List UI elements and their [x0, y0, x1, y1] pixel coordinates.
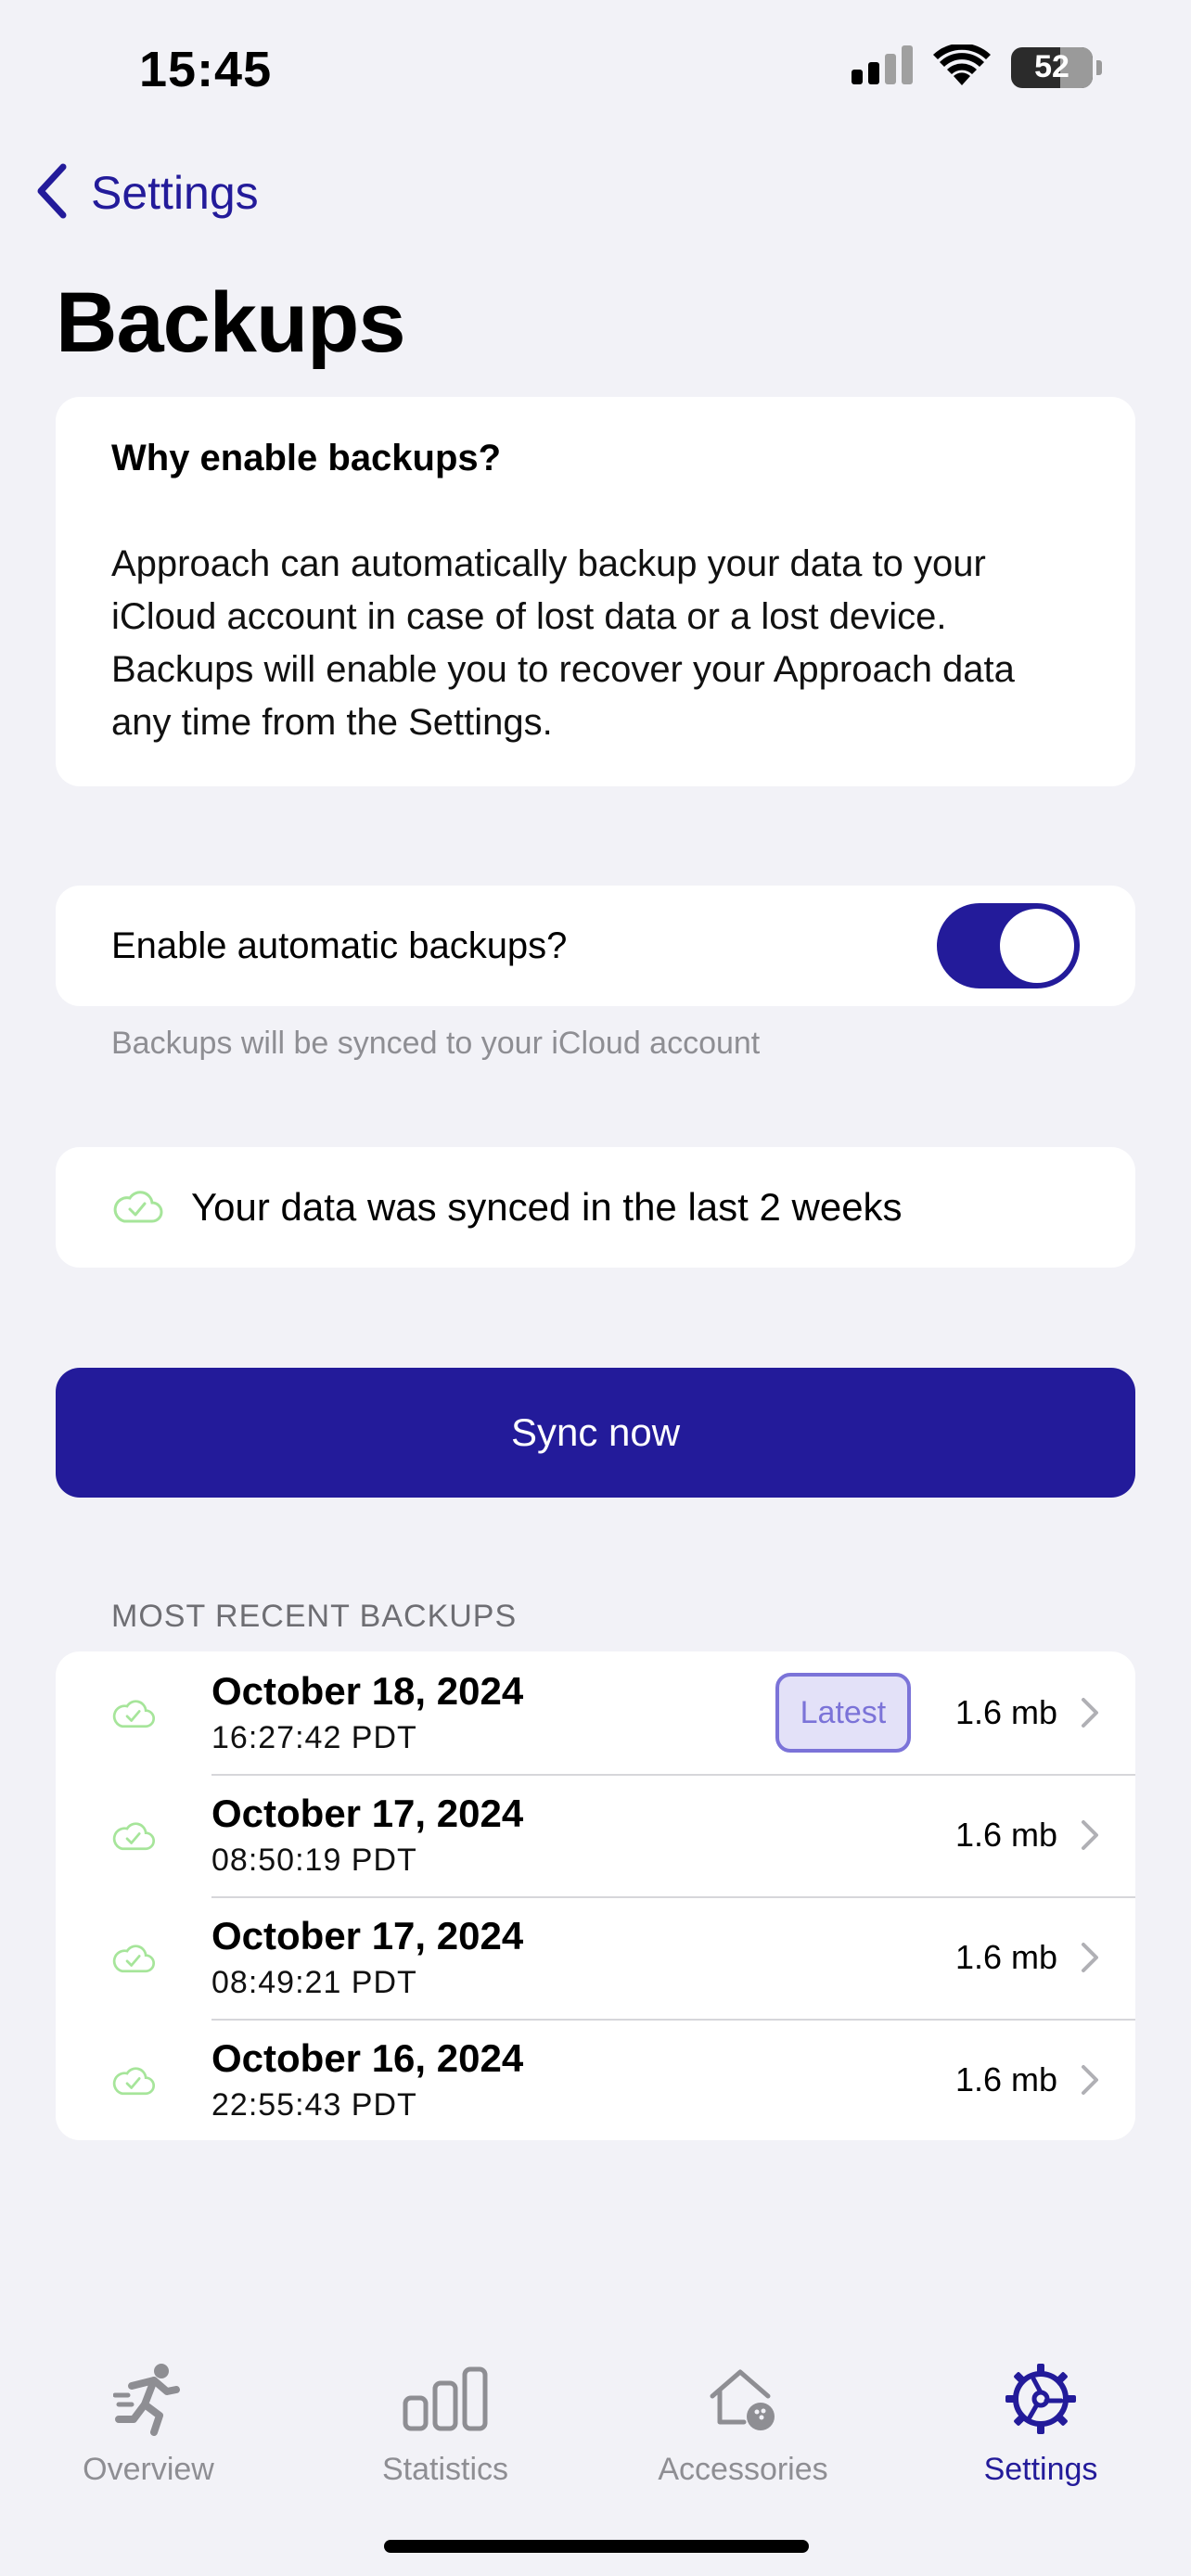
back-button-label: Settings: [91, 167, 259, 219]
battery-tip: [1096, 59, 1102, 75]
cloud-check-icon: [56, 1937, 156, 1978]
cloud-check-icon: [111, 1187, 163, 1229]
backup-row[interactable]: October 17, 2024 08:49:21 PDT 1.6 mb: [56, 1896, 1135, 2019]
backup-text: October 16, 2024 22:55:43 PDT: [211, 2036, 955, 2123]
runner-icon: [113, 2359, 184, 2439]
tab-accessories[interactable]: Accessories: [632, 2359, 854, 2488]
chevron-right-icon: [1080, 1942, 1135, 1973]
backup-time: 08:50:19 PDT: [211, 1842, 417, 1878]
cloud-check-icon: [56, 2060, 156, 2100]
info-card-body: Approach can automatically backup your d…: [111, 543, 1015, 743]
backup-date: October 17, 2024: [211, 1792, 524, 1836]
tab-label: Statistics: [381, 2452, 509, 2487]
backup-date: October 16, 2024: [211, 2036, 524, 2081]
backup-text: October 17, 2024 08:50:19 PDT: [211, 1792, 955, 1878]
bar-chart-icon: [403, 2359, 488, 2439]
tab-label: Settings: [983, 2452, 1098, 2487]
status-time: 15:45: [139, 42, 273, 97]
auto-backup-row: Enable automatic backups?: [56, 886, 1135, 1006]
tab-label: Overview: [83, 2452, 214, 2487]
gear-icon: [1004, 2359, 1078, 2439]
house-ball-icon: [707, 2359, 779, 2439]
tab-overview[interactable]: Overview: [37, 2359, 260, 2488]
battery-icon: 52: [1011, 46, 1093, 88]
home-indicator: [384, 2540, 809, 2553]
backup-time: 08:49:21 PDT: [211, 1964, 417, 2000]
backups-list: October 18, 2024 16:27:42 PDT Latest 1.6…: [56, 1651, 1135, 2140]
backup-date: October 17, 2024: [211, 1914, 524, 1958]
back-button[interactable]: Settings: [33, 159, 259, 226]
backup-date: October 18, 2024: [211, 1669, 524, 1714]
backup-text: October 18, 2024 16:27:42 PDT: [211, 1669, 775, 1755]
tab-label: Accessories: [658, 2452, 828, 2487]
latest-badge: Latest: [775, 1673, 911, 1753]
status-bar: 15:45 52: [0, 0, 1191, 139]
backup-size: 1.6 mb: [954, 1693, 1057, 1731]
sync-now-button[interactable]: Sync now: [56, 1368, 1135, 1498]
chevron-left-icon: [33, 163, 70, 223]
backup-time: 22:55:43 PDT: [211, 2086, 417, 2123]
section-header-recent-backups: MOST RECENT BACKUPS: [111, 1599, 518, 1634]
chevron-right-icon: [1080, 1819, 1135, 1851]
backup-text: October 17, 2024 08:49:21 PDT: [211, 1914, 955, 2000]
backup-size: 1.6 mb: [954, 2060, 1057, 2098]
chevron-right-icon: [1080, 1697, 1135, 1728]
backup-time: 16:27:42 PDT: [211, 1719, 417, 1755]
auto-backup-toggle[interactable]: [937, 903, 1080, 988]
page-title: Backups: [56, 275, 405, 370]
info-card: Why enable backups? Approach can automat…: [56, 397, 1135, 786]
tab-statistics[interactable]: Statistics: [334, 2359, 557, 2488]
battery-level: 52: [1034, 49, 1069, 84]
sync-status-text: Your data was synced in the last 2 weeks: [191, 1185, 903, 1229]
status-icons: 52: [852, 43, 1102, 90]
chevron-right-icon: [1080, 2064, 1135, 2096]
info-card-title: Why enable backups?: [111, 438, 502, 478]
signal-icon: [852, 45, 913, 89]
wifi-icon: [933, 43, 991, 90]
toggle-knob: [1000, 909, 1074, 983]
auto-backup-footnote: Backups will be synced to your iCloud ac…: [111, 1026, 761, 1061]
backup-size: 1.6 mb: [954, 1816, 1057, 1854]
cloud-check-icon: [56, 1815, 156, 1855]
tab-settings[interactable]: Settings: [929, 2359, 1152, 2488]
backup-row[interactable]: October 17, 2024 08:50:19 PDT 1.6 mb: [56, 1774, 1135, 1896]
auto-backup-label: Enable automatic backups?: [111, 925, 568, 966]
cloud-check-icon: [56, 1692, 156, 1733]
sync-status-card: Your data was synced in the last 2 weeks: [56, 1147, 1135, 1268]
backup-row[interactable]: October 16, 2024 22:55:43 PDT 1.6 mb: [56, 2019, 1135, 2140]
backup-row[interactable]: October 18, 2024 16:27:42 PDT Latest 1.6…: [56, 1651, 1135, 1774]
backup-size: 1.6 mb: [954, 1938, 1057, 1976]
